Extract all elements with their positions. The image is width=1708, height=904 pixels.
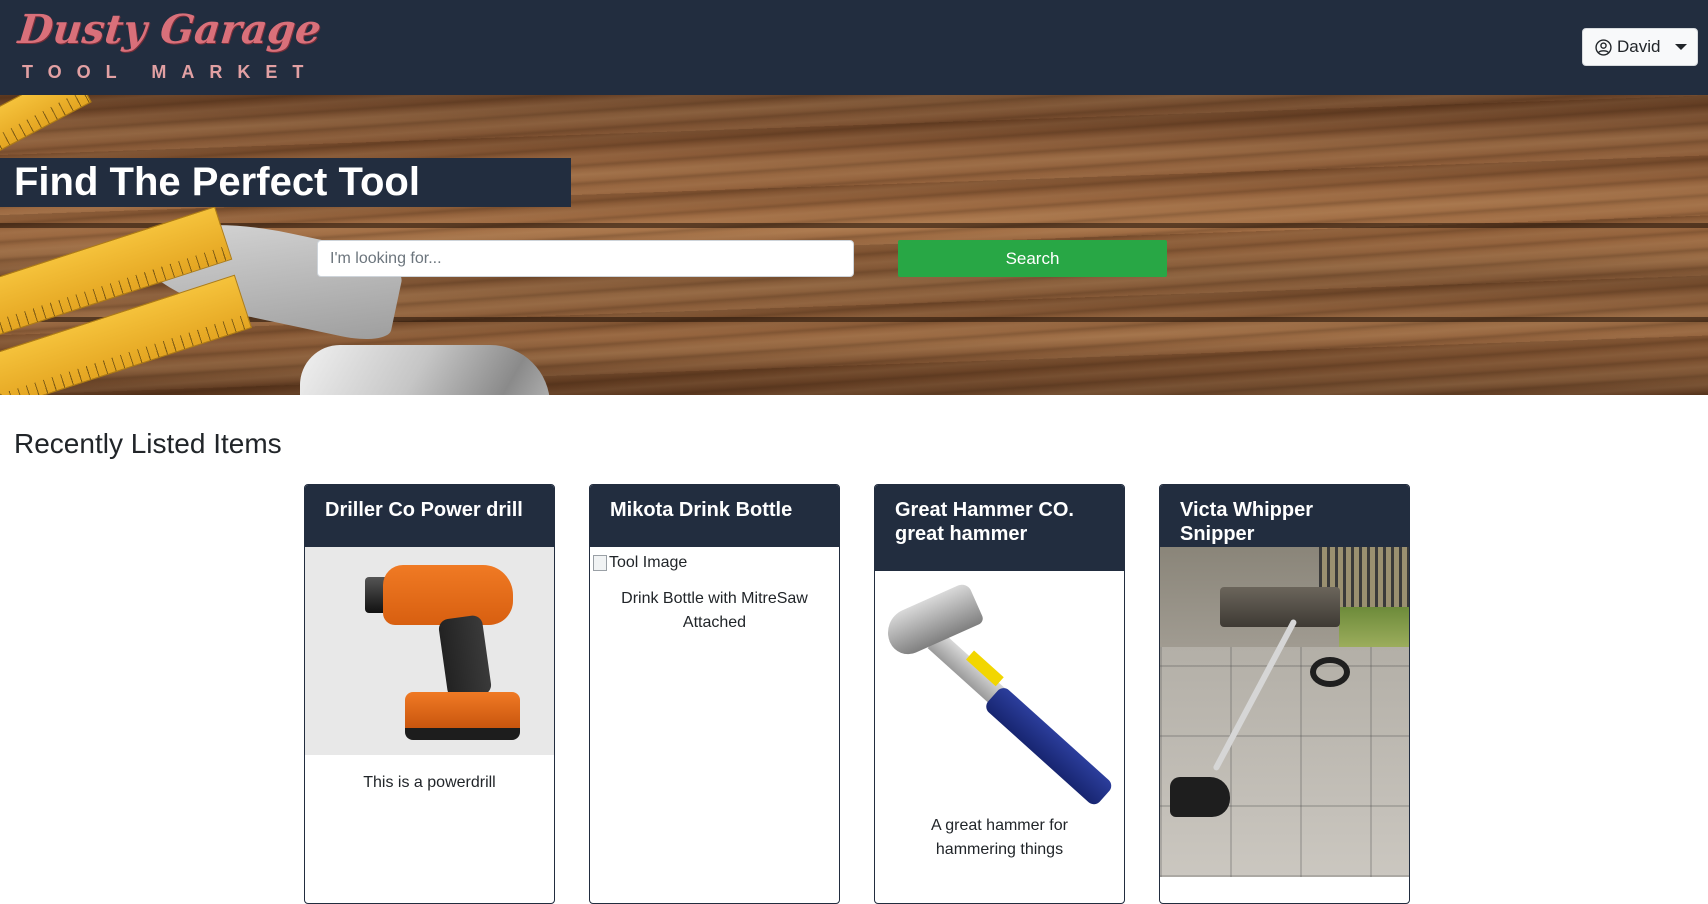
power-drill-image[interactable]: [305, 547, 554, 755]
listing-card[interactable]: Driller Co Power drill This is a powerdr…: [304, 484, 555, 904]
claw-hammer-image[interactable]: [875, 571, 1124, 806]
card-title[interactable]: Victa Whipper Snipper: [1160, 485, 1409, 547]
hero-title: Find The Perfect Tool: [0, 158, 571, 207]
card-title[interactable]: Driller Co Power drill: [305, 485, 554, 547]
listing-card[interactable]: Mikota Drink Bottle Tool Image Drink Bot…: [589, 484, 840, 904]
card-description: A great hammer for hammering things: [931, 817, 1068, 858]
section-heading: Recently Listed Items: [14, 428, 282, 459]
search-button[interactable]: Search: [898, 240, 1167, 277]
brand-logo[interactable]: Dusty Garage TOOL MARKET: [16, 6, 323, 88]
card-title[interactable]: Great Hammer CO. great hammer: [875, 485, 1124, 571]
navbar: Dusty Garage TOOL MARKET David: [0, 0, 1708, 95]
search-input[interactable]: [317, 240, 854, 277]
broken-image-icon: [593, 555, 607, 571]
user-name: David: [1617, 37, 1661, 56]
logo-script-text: Dusty Garage: [16, 6, 324, 53]
listing-card[interactable]: Victa Whipper Snipper: [1159, 484, 1410, 904]
logo-subtitle: TOOL MARKET: [22, 62, 319, 82]
card-description: Drink Bottle with MitreSaw Attached: [621, 590, 808, 631]
hero-banner: [0, 95, 1708, 395]
image-alt-text: Tool Image: [609, 554, 688, 571]
card-description: This is a powerdrill: [363, 774, 496, 791]
user-menu-button[interactable]: David: [1582, 28, 1698, 66]
card-title[interactable]: Mikota Drink Bottle: [590, 485, 839, 547]
chevron-down-icon[interactable]: [1675, 44, 1687, 50]
broken-image[interactable]: Tool Image: [590, 547, 839, 575]
hammer-head-graphic: [300, 345, 550, 395]
whipper-snipper-image[interactable]: [1160, 547, 1409, 877]
listing-card[interactable]: Great Hammer CO. great hammer A great ha…: [874, 484, 1125, 904]
user-circle-icon: [1595, 38, 1612, 56]
folding-ruler-graphic: [0, 95, 92, 164]
